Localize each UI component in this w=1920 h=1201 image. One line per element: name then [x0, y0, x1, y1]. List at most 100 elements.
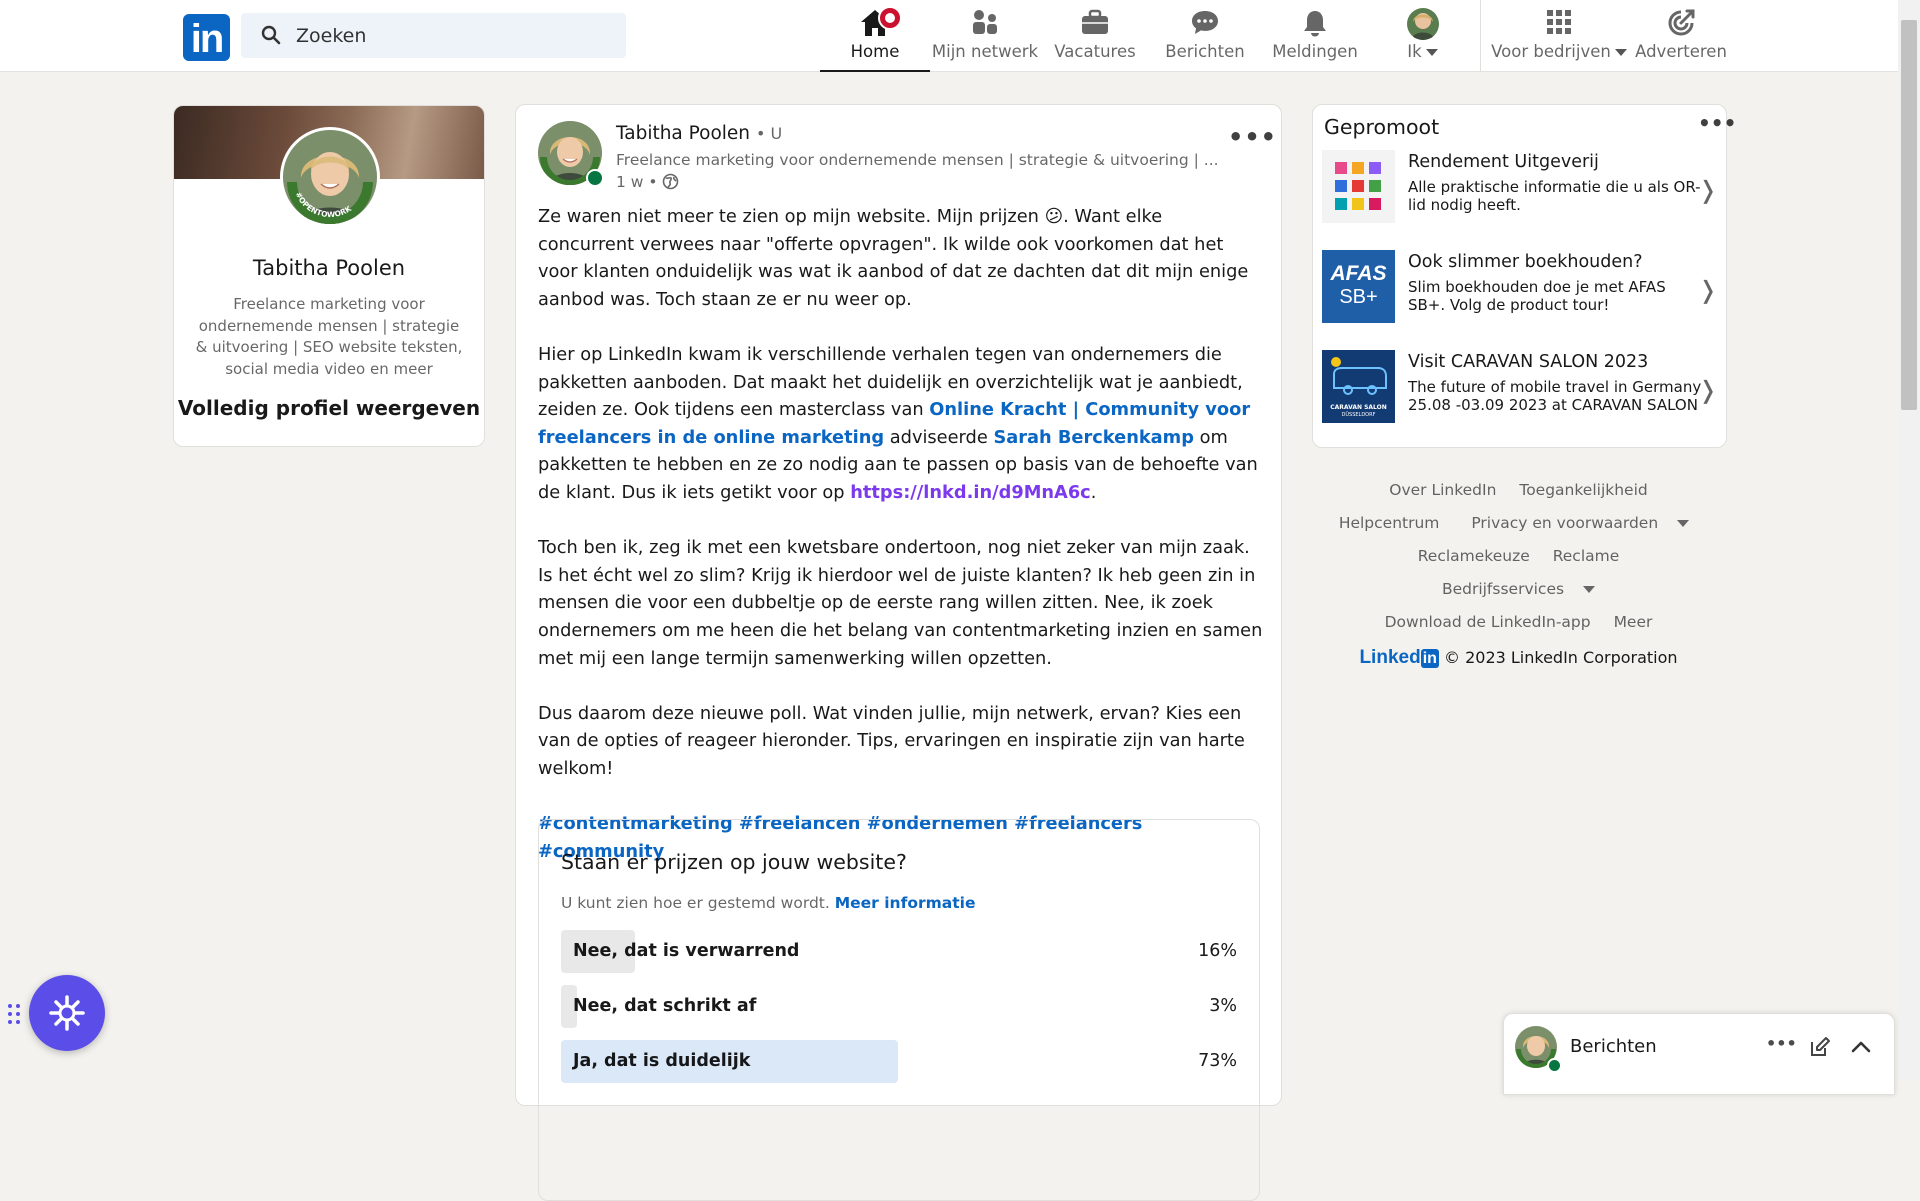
- footer-link-privacy[interactable]: Privacy en voorwaarden: [1462, 514, 1698, 532]
- footer-link-advertising[interactable]: Reclame: [1553, 547, 1620, 565]
- linkedin-logo[interactable]: in: [183, 14, 230, 61]
- nav-me[interactable]: Ik: [1370, 0, 1475, 71]
- post-more-options-icon[interactable]: •••: [1228, 123, 1277, 151]
- footer-link-privacy-label: Privacy en voorwaarden: [1471, 514, 1659, 532]
- assistant-fab[interactable]: [29, 975, 105, 1051]
- footer-link-more[interactable]: Meer: [1614, 613, 1653, 631]
- nav-messaging-label: Berichten: [1165, 42, 1245, 61]
- chevron-down-icon: [1425, 49, 1438, 56]
- scrollbar-thumb[interactable]: [1901, 20, 1917, 410]
- caravan-salon-logo: CARAVAN SALON DÜSSELDORF: [1322, 350, 1395, 423]
- poll-option[interactable]: Ja, dat is duidelijk 73%: [561, 1040, 1237, 1083]
- post-author-name[interactable]: Tabitha Poolen: [616, 123, 750, 144]
- footer-link-ad-choices[interactable]: Reclamekeuze: [1418, 547, 1530, 565]
- post-paragraph-4: Dus daarom deze nieuwe poll. Wat vinden …: [538, 702, 1245, 779]
- poll-option[interactable]: Nee, dat is verwarrend 16%: [561, 930, 1237, 973]
- ad-title: Visit CARAVAN SALON 2023: [1408, 352, 1649, 372]
- messaging-more-options-icon[interactable]: •••: [1766, 1034, 1797, 1053]
- page-scrollbar[interactable]: [1898, 0, 1920, 1080]
- post-author-headline: Freelance marketing voor ondernemende me…: [616, 151, 1219, 169]
- grid-icon: [1547, 10, 1571, 34]
- afas-logo-text: AFAS: [1330, 262, 1387, 285]
- poll-option[interactable]: Nee, dat schrikt af 3%: [561, 985, 1237, 1028]
- wordmark-in: in: [1420, 649, 1439, 668]
- ad-title: Ook slimmer boekhouden?: [1408, 252, 1643, 272]
- chevron-up-icon[interactable]: [1850, 1036, 1872, 1058]
- poll: Staan er prijzen op jouw website? U kunt…: [538, 819, 1260, 1201]
- profile-name[interactable]: Tabitha Poolen: [174, 256, 484, 280]
- linkedin-wordmark: Linked in: [1359, 647, 1439, 668]
- mention-sarah-berckenkamp[interactable]: Sarah Berckenkamp: [993, 427, 1194, 448]
- bell-icon: [1304, 11, 1326, 37]
- ad-caravan-salon[interactable]: CARAVAN SALON DÜSSELDORF Visit CARAVAN S…: [1322, 350, 1722, 426]
- online-status-dot: [586, 169, 604, 187]
- profile-card: #OPENTOWORK Tabitha Poolen Freelance mar…: [173, 105, 485, 447]
- chevron-down-icon: [1583, 586, 1596, 593]
- footer-link-business-services[interactable]: Bedrijfsservices: [1433, 580, 1604, 598]
- poll-option-label: Nee, dat schrikt af: [573, 996, 757, 1016]
- post-paragraph-2: Hier op LinkedIn kwam ik verschillende v…: [538, 341, 1263, 507]
- nav-advertise[interactable]: Adverteren: [1630, 0, 1732, 71]
- post-text: adviseerde: [884, 426, 994, 448]
- sparkle-icon: [49, 995, 85, 1031]
- post-paragraph-3: Toch ben ik, zeg ik met een kwetsbare on…: [538, 537, 1263, 669]
- caravan-logo-subtext: DÜSSELDORF: [1341, 412, 1376, 418]
- poll-question: Staan er prijzen op jouw website?: [561, 850, 907, 874]
- footer-link-accessibility[interactable]: Toegankelijkheid: [1519, 481, 1647, 499]
- online-status-dot: [1547, 1058, 1562, 1073]
- promoted-more-options-icon[interactable]: •••: [1698, 111, 1736, 135]
- search-icon: [261, 25, 281, 45]
- ad-title: Rendement Uitgeverij: [1408, 152, 1599, 172]
- profile-headline: Freelance marketing voor ondernemende me…: [195, 295, 463, 378]
- nav-network[interactable]: Mijn netwerk: [930, 0, 1040, 71]
- drag-handle-icon[interactable]: [7, 1003, 21, 1025]
- nav-divider: [1480, 0, 1481, 71]
- post-url-link[interactable]: https://lnkd.in/d9MnA6c: [850, 482, 1091, 503]
- profile-photo: #OPENTOWORK: [283, 130, 377, 224]
- network-icon: [973, 10, 997, 34]
- poll-option-percent: 16%: [1198, 941, 1237, 961]
- nav-for-business[interactable]: Voor bedrijven: [1490, 0, 1628, 71]
- footer-link-help[interactable]: Helpcentrum: [1339, 514, 1440, 532]
- nav-jobs-label: Vacatures: [1054, 42, 1136, 61]
- poll-option-label: Nee, dat is verwarrend: [573, 941, 800, 961]
- caravan-logo-text: CARAVAN SALON: [1330, 404, 1387, 411]
- copyright-text: © 2023 LinkedIn Corporation: [1444, 648, 1678, 667]
- globe-icon: [663, 173, 679, 190]
- ad-rendement[interactable]: Rendement Uitgeverij Alle praktische inf…: [1322, 150, 1722, 226]
- post-paragraph-1: Ze waren niet meer te zien op mijn websi…: [538, 206, 1249, 310]
- nav-advertise-label: Adverteren: [1635, 42, 1727, 61]
- chevron-right-icon: ❭: [1697, 276, 1718, 304]
- afas-logo-subtext: SB+: [1339, 286, 1378, 308]
- nav-home-label: Home: [850, 42, 900, 61]
- copyright: Linked in © 2023 LinkedIn Corporation: [1312, 647, 1725, 669]
- profile-avatar[interactable]: #OPENTOWORK: [280, 127, 380, 227]
- footer-link-about[interactable]: Over LinkedIn: [1389, 481, 1496, 499]
- poll-more-info-link[interactable]: Meer informatie: [835, 894, 976, 912]
- feed-post: Tabitha Poolen • U Freelance marketing v…: [515, 104, 1282, 1201]
- footer-link-download-app[interactable]: Download de LinkedIn-app: [1385, 613, 1591, 631]
- nav-home[interactable]: Home: [820, 0, 930, 72]
- view-full-profile-link[interactable]: Volledig profiel weergeven: [174, 396, 484, 420]
- ad-description: Slim boekhouden doe je met AFAS SB+. Vol…: [1408, 278, 1666, 314]
- chevron-right-icon: ❭: [1697, 376, 1718, 404]
- afas-logo: AFAS SB+: [1322, 250, 1395, 323]
- nav-notifications[interactable]: Meldingen: [1260, 0, 1370, 71]
- ad-description: The future of mobile travel in Germany 2…: [1408, 378, 1702, 414]
- connection-degree: • U: [755, 124, 783, 143]
- messaging-overlay[interactable]: Berichten •••: [1503, 1013, 1895, 1095]
- nav-jobs[interactable]: Vacatures: [1040, 0, 1150, 71]
- poll-option-percent: 3%: [1209, 996, 1237, 1016]
- briefcase-icon: [1082, 9, 1108, 34]
- wordmark-linked: Linked: [1359, 647, 1421, 668]
- search-input[interactable]: Zoeken: [241, 13, 626, 58]
- messaging-icon: [1192, 11, 1218, 34]
- nav-messaging[interactable]: Berichten: [1150, 0, 1260, 71]
- promoted-card: Gepromoot ••• Rendement Uitgeverij Alle …: [1312, 104, 1736, 448]
- compose-icon[interactable]: [1809, 1036, 1831, 1058]
- chevron-right-icon: ❭: [1697, 176, 1718, 204]
- poll-option-percent: 73%: [1198, 1051, 1237, 1071]
- ad-afas[interactable]: AFAS SB+ Ook slimmer boekhouden? Slim bo…: [1322, 250, 1722, 326]
- footer-link-business-label: Bedrijfsservices: [1441, 580, 1565, 598]
- nav-notifications-label: Meldingen: [1272, 42, 1358, 61]
